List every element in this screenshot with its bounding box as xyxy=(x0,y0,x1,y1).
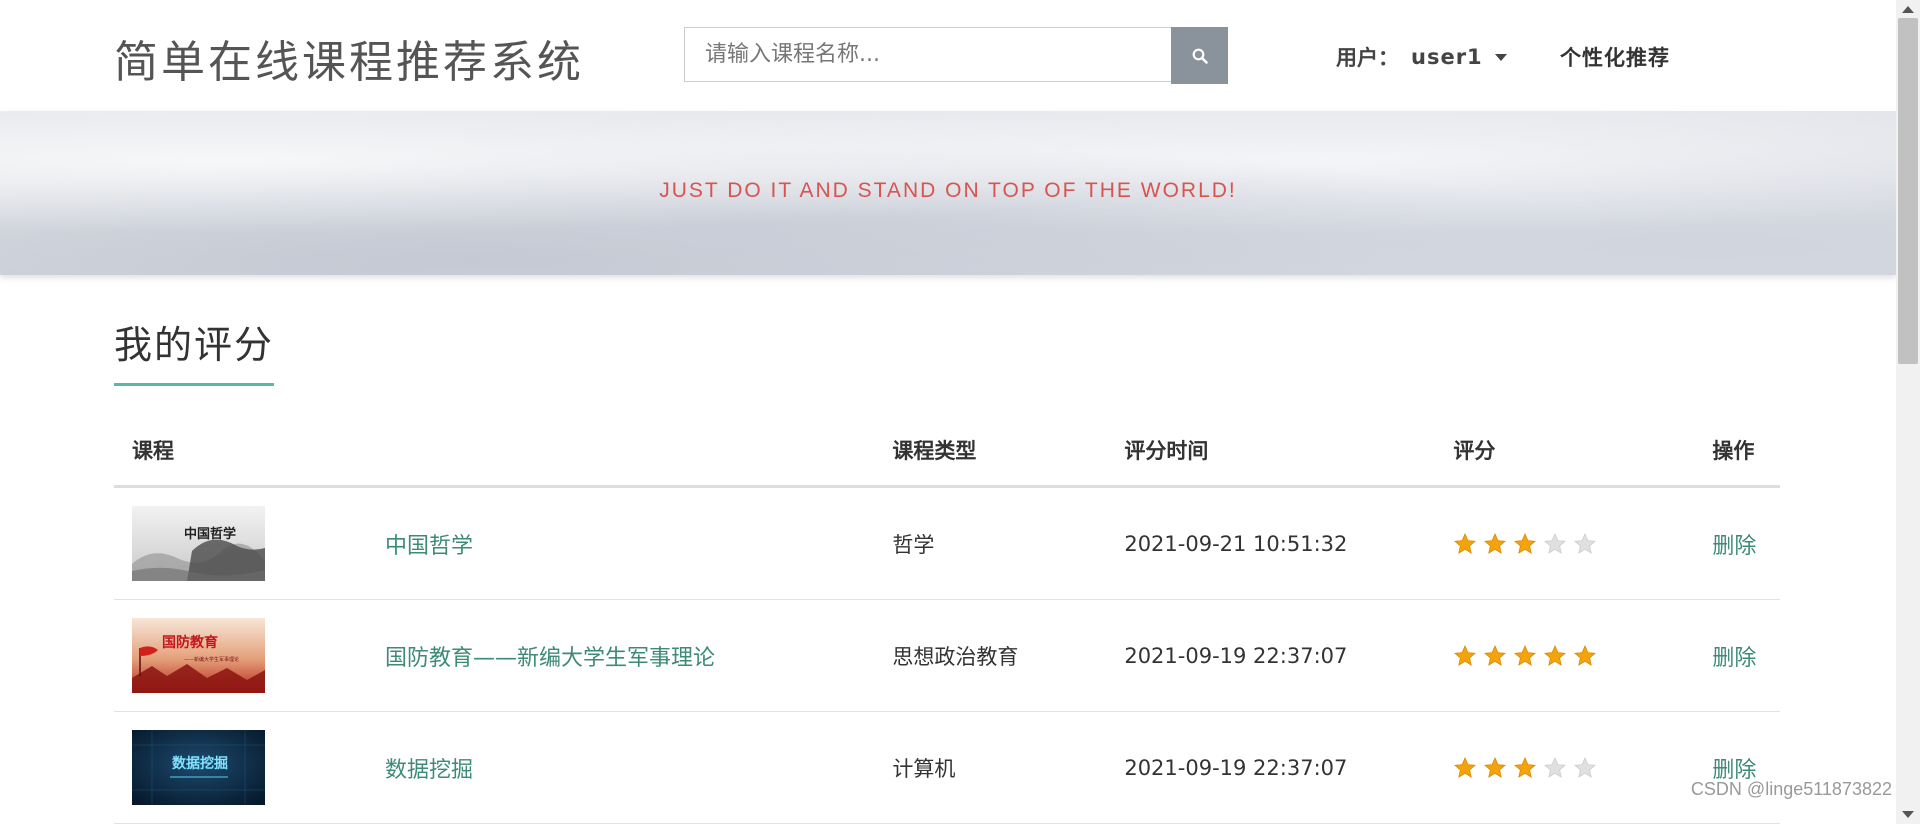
delete-button[interactable]: 删除 xyxy=(1712,646,1756,671)
star-filled-icon[interactable] xyxy=(1513,756,1537,780)
course-name-cell: 数据挖掘 xyxy=(385,711,893,824)
user-label: 用户： xyxy=(1336,46,1399,70)
rating-cell xyxy=(1453,486,1713,600)
star-filled-icon[interactable] xyxy=(1483,756,1507,780)
star-filled-icon[interactable] xyxy=(1453,644,1477,668)
star-rating[interactable] xyxy=(1453,532,1712,556)
site-title[interactable]: 简单在线课程推荐系统 xyxy=(114,26,584,90)
course-thumbnail[interactable]: 数据挖掘 xyxy=(132,730,265,805)
course-thumbnail[interactable]: 中国哲学 xyxy=(132,506,265,581)
course-type: 哲学 xyxy=(892,486,1125,600)
star-filled-icon[interactable] xyxy=(1483,532,1507,556)
thumb-text: 数据挖掘 xyxy=(172,755,228,772)
star-filled-icon[interactable] xyxy=(1483,644,1507,668)
course-type: 思想政治教育 xyxy=(892,599,1125,712)
star-filled-icon[interactable] xyxy=(1543,644,1567,668)
thumb-cell: 中国哲学 xyxy=(114,486,385,600)
star-empty-icon[interactable] xyxy=(1543,532,1567,556)
rating-time: 2021-09-19 22:37:07 xyxy=(1124,599,1454,712)
star-filled-icon[interactable] xyxy=(1513,532,1537,556)
banner-slogan: JUST DO IT AND STAND ON TOP OF THE WORLD… xyxy=(659,179,1237,202)
table-row: 数据挖掘 数据挖掘 计算机 2021-09-19 22:37:07 删除 xyxy=(114,711,1780,824)
action-cell: 删除 xyxy=(1712,599,1780,712)
header-course: 课程 xyxy=(114,415,893,488)
scroll-up-icon[interactable] xyxy=(1902,6,1914,13)
course-thumbnail[interactable]: 国防教育 ——新编大学生军事理论 xyxy=(132,618,265,693)
header-type: 课程类型 xyxy=(892,415,1125,488)
delete-button[interactable]: 删除 xyxy=(1712,534,1756,559)
course-link[interactable]: 中国哲学 xyxy=(385,534,473,559)
thumb-text: 国防教育 xyxy=(162,634,218,651)
ratings-table: 课程 课程类型 评分时间 评分 操作 中国哲学 中国哲学 哲学 2021-09-… xyxy=(114,415,1780,824)
page: 简单在线课程推荐系统 用户： user1 个性化推荐 JUST DO IT AN… xyxy=(0,0,1920,824)
scroll-down-icon[interactable] xyxy=(1902,811,1914,818)
user-name: user1 xyxy=(1411,45,1483,69)
header-action: 操作 xyxy=(1712,415,1780,488)
star-filled-icon[interactable] xyxy=(1453,756,1477,780)
star-rating[interactable] xyxy=(1453,756,1712,780)
star-filled-icon[interactable] xyxy=(1573,644,1597,668)
rating-cell xyxy=(1453,599,1713,712)
page-title: 我的评分 xyxy=(114,314,275,386)
course-link[interactable]: 国防教育——新编大学生军事理论 xyxy=(385,646,715,671)
star-filled-icon[interactable] xyxy=(1453,532,1477,556)
action-cell: 删除 xyxy=(1712,486,1780,600)
star-empty-icon[interactable] xyxy=(1573,532,1597,556)
search-button[interactable] xyxy=(1171,27,1228,84)
rating-time: 2021-09-21 10:51:32 xyxy=(1124,486,1454,600)
user-dropdown[interactable]: 用户： user1 xyxy=(1336,42,1507,72)
star-empty-icon[interactable] xyxy=(1573,756,1597,780)
scrollbar[interactable] xyxy=(1896,0,1920,824)
search-input[interactable] xyxy=(685,28,1228,81)
course-name-cell: 中国哲学 xyxy=(385,486,893,600)
header-rating: 评分 xyxy=(1453,415,1713,488)
star-rating[interactable] xyxy=(1453,644,1712,668)
action-cell: 删除 xyxy=(1712,711,1780,824)
watermark: CSDN @linge511873822 xyxy=(1690,779,1892,799)
search-icon xyxy=(1192,48,1208,64)
rating-time: 2021-09-19 22:37:07 xyxy=(1124,711,1454,824)
thumb-text: 中国哲学 xyxy=(184,526,236,542)
thumb-cell: 数据挖掘 xyxy=(114,711,385,824)
recommend-link[interactable]: 个性化推荐 xyxy=(1560,42,1670,72)
banner: JUST DO IT AND STAND ON TOP OF THE WORLD… xyxy=(0,111,1896,275)
table-row: 中国哲学 中国哲学 哲学 2021-09-21 10:51:32 删除 xyxy=(114,486,1780,600)
thumb-subtext: ——新编大学生军事理论 xyxy=(184,656,239,663)
table-row: 国防教育 ——新编大学生军事理论 国防教育——新编大学生军事理论 思想政治教育 … xyxy=(114,599,1780,712)
table-header-row: 课程 课程类型 评分时间 评分 操作 xyxy=(114,415,1780,488)
chevron-down-icon xyxy=(1494,53,1507,61)
header-time: 评分时间 xyxy=(1124,415,1454,488)
course-link[interactable]: 数据挖掘 xyxy=(385,758,473,783)
star-filled-icon[interactable] xyxy=(1513,644,1537,668)
search-box xyxy=(684,27,1228,82)
thumb-cell: 国防教育 ——新编大学生军事理论 xyxy=(114,599,385,712)
star-empty-icon[interactable] xyxy=(1543,756,1567,780)
course-name-cell: 国防教育——新编大学生军事理论 xyxy=(385,599,893,712)
course-type: 计算机 xyxy=(892,711,1125,824)
rating-cell xyxy=(1453,711,1713,824)
header: 简单在线课程推荐系统 用户： user1 个性化推荐 xyxy=(0,0,1896,111)
scroll-thumb[interactable] xyxy=(1898,18,1918,364)
